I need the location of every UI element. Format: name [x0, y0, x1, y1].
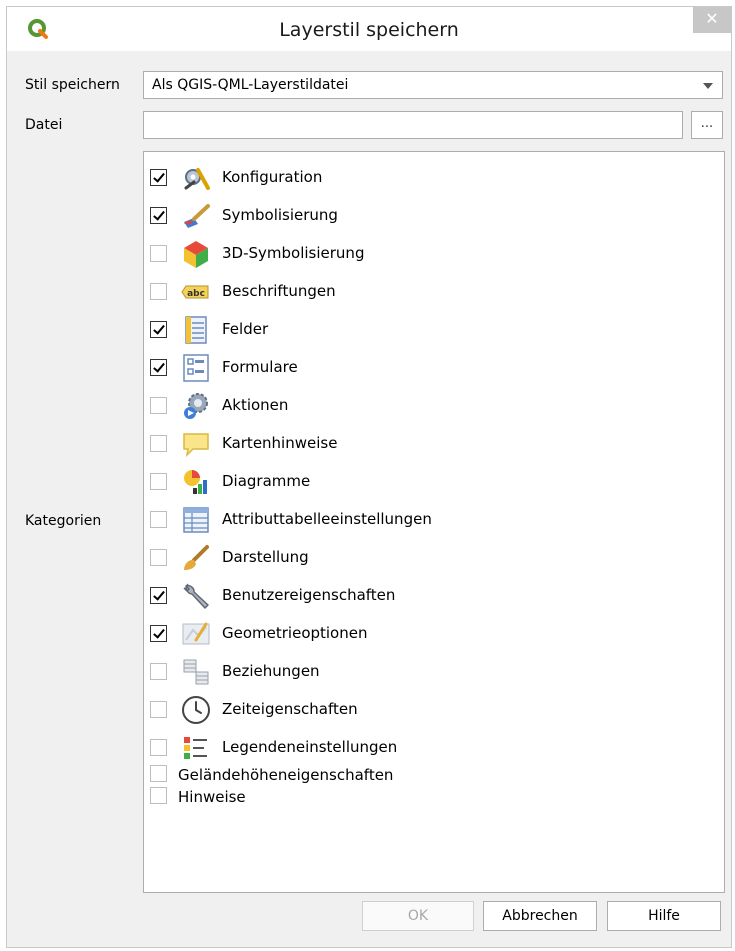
file-label: Datei — [25, 117, 63, 133]
settings-tools-icon — [184, 168, 210, 190]
category-checkbox[interactable] — [150, 701, 167, 718]
category-item-labels[interactable]: abc Beschriftungen — [144, 276, 722, 308]
browse-file-button[interactable]: ... — [691, 111, 723, 139]
category-item-symbology[interactable]: Symbolisierung — [144, 200, 722, 232]
category-item-diagrams[interactable]: Diagramme — [144, 466, 722, 498]
category-checkbox[interactable] — [150, 625, 167, 642]
diagram-icon — [184, 470, 207, 494]
category-checkbox[interactable] — [150, 169, 167, 186]
category-checkbox[interactable] — [150, 765, 167, 782]
category-label: Felder — [222, 320, 269, 338]
category-label: Legendeneinstellungen — [222, 738, 398, 756]
dialog-title: Layerstil speichern — [279, 19, 459, 41]
category-label: Beziehungen — [222, 662, 320, 680]
category-label: Attributtabelleeinstellungen — [222, 510, 432, 528]
paintbrush-icon — [184, 204, 210, 228]
help-button[interactable]: Hilfe — [607, 901, 721, 931]
category-label: Kartenhinweise — [222, 434, 338, 452]
style-format-value: Als QGIS-QML-Layerstildatei — [152, 77, 349, 93]
style-label: Stil speichern — [25, 77, 120, 93]
category-checkbox[interactable] — [150, 587, 167, 604]
category-label: Geometrieoptionen — [222, 624, 368, 642]
category-item-elevation[interactable]: Geländehöheneigenschaften — [144, 764, 722, 786]
category-item-temporal[interactable]: Zeiteigenschaften — [144, 694, 722, 726]
category-label: 3D-Symbolisierung — [222, 244, 365, 262]
title-bar: Layerstil speichern ✕ — [7, 7, 731, 51]
category-item-notes[interactable]: Hinweise — [144, 786, 722, 808]
cancel-button[interactable]: Abbrechen — [483, 901, 597, 931]
category-label: Hinweise — [178, 788, 246, 806]
form-icon — [183, 354, 209, 382]
category-checkbox[interactable] — [150, 549, 167, 566]
category-checkbox[interactable] — [150, 435, 167, 452]
category-item-3d-symbology[interactable]: 3D-Symbolisierung — [144, 238, 722, 270]
cube-3d-icon — [184, 241, 208, 268]
close-button[interactable]: ✕ — [693, 7, 731, 33]
action-gear-icon — [184, 393, 208, 419]
category-checkbox[interactable] — [150, 473, 167, 490]
category-checkbox[interactable] — [150, 283, 167, 300]
label-abc-icon: abc — [181, 285, 209, 299]
category-label: Symbolisierung — [222, 206, 338, 224]
category-checkbox[interactable] — [150, 739, 167, 756]
category-item-geometry-options[interactable]: Geometrieoptionen — [144, 618, 722, 650]
category-item-fields[interactable]: Felder — [144, 314, 722, 346]
ok-button[interactable]: OK — [362, 901, 474, 931]
geometry-icon — [182, 622, 210, 645]
category-item-legend[interactable]: Legendeneinstellungen — [144, 732, 722, 764]
svg-text:abc: abc — [187, 289, 205, 299]
category-label: Aktionen — [222, 396, 289, 414]
category-checkbox[interactable] — [150, 207, 167, 224]
category-checkbox[interactable] — [150, 245, 167, 262]
attribute-table-icon — [183, 507, 209, 533]
category-label: Geländehöheneigenschaften — [178, 766, 394, 784]
fields-icon — [185, 316, 207, 344]
category-label: Konfiguration — [222, 168, 323, 186]
category-label: Diagramme — [222, 472, 311, 490]
category-item-configuration[interactable]: Konfiguration — [144, 162, 722, 194]
category-item-forms[interactable]: Formulare — [144, 352, 722, 384]
category-checkbox[interactable] — [150, 787, 167, 804]
categories-list: Konfiguration Symbolisierung 3D-Symbolis… — [143, 151, 725, 893]
category-label: Darstellung — [222, 548, 309, 566]
category-checkbox[interactable] — [150, 321, 167, 338]
rendering-brush-icon — [184, 545, 209, 570]
clock-icon — [182, 696, 210, 724]
map-tip-icon — [183, 433, 209, 458]
category-label: Zeiteigenschaften — [222, 700, 358, 718]
category-checkbox[interactable] — [150, 359, 167, 376]
category-checkbox[interactable] — [150, 511, 167, 528]
category-label: Formulare — [222, 358, 298, 376]
category-item-map-tips[interactable]: Kartenhinweise — [144, 428, 722, 460]
save-layer-style-dialog: Layerstil speichern ✕ Stil speichern Als… — [6, 6, 732, 948]
category-item-relations[interactable]: Beziehungen — [144, 656, 722, 688]
category-label: Benutzereigenschaften — [222, 586, 396, 604]
chevron-down-icon — [703, 83, 713, 89]
category-item-rendering[interactable]: Darstellung — [144, 542, 722, 574]
category-checkbox[interactable] — [150, 397, 167, 414]
categories-label: Kategorien — [25, 513, 102, 529]
category-checkbox[interactable] — [150, 663, 167, 680]
category-item-attribute-table[interactable]: Attributtabelleeinstellungen — [144, 504, 722, 536]
file-path-input[interactable] — [143, 111, 683, 139]
style-format-dropdown[interactable]: Als QGIS-QML-Layerstildatei — [143, 71, 723, 99]
legend-icon — [184, 737, 207, 759]
category-item-custom-properties[interactable]: Benutzereigenschaften — [144, 580, 722, 612]
wrench-icon — [183, 583, 209, 609]
category-item-actions[interactable]: Aktionen — [144, 390, 722, 422]
relations-icon — [183, 659, 209, 685]
category-label: Beschriftungen — [222, 282, 336, 300]
